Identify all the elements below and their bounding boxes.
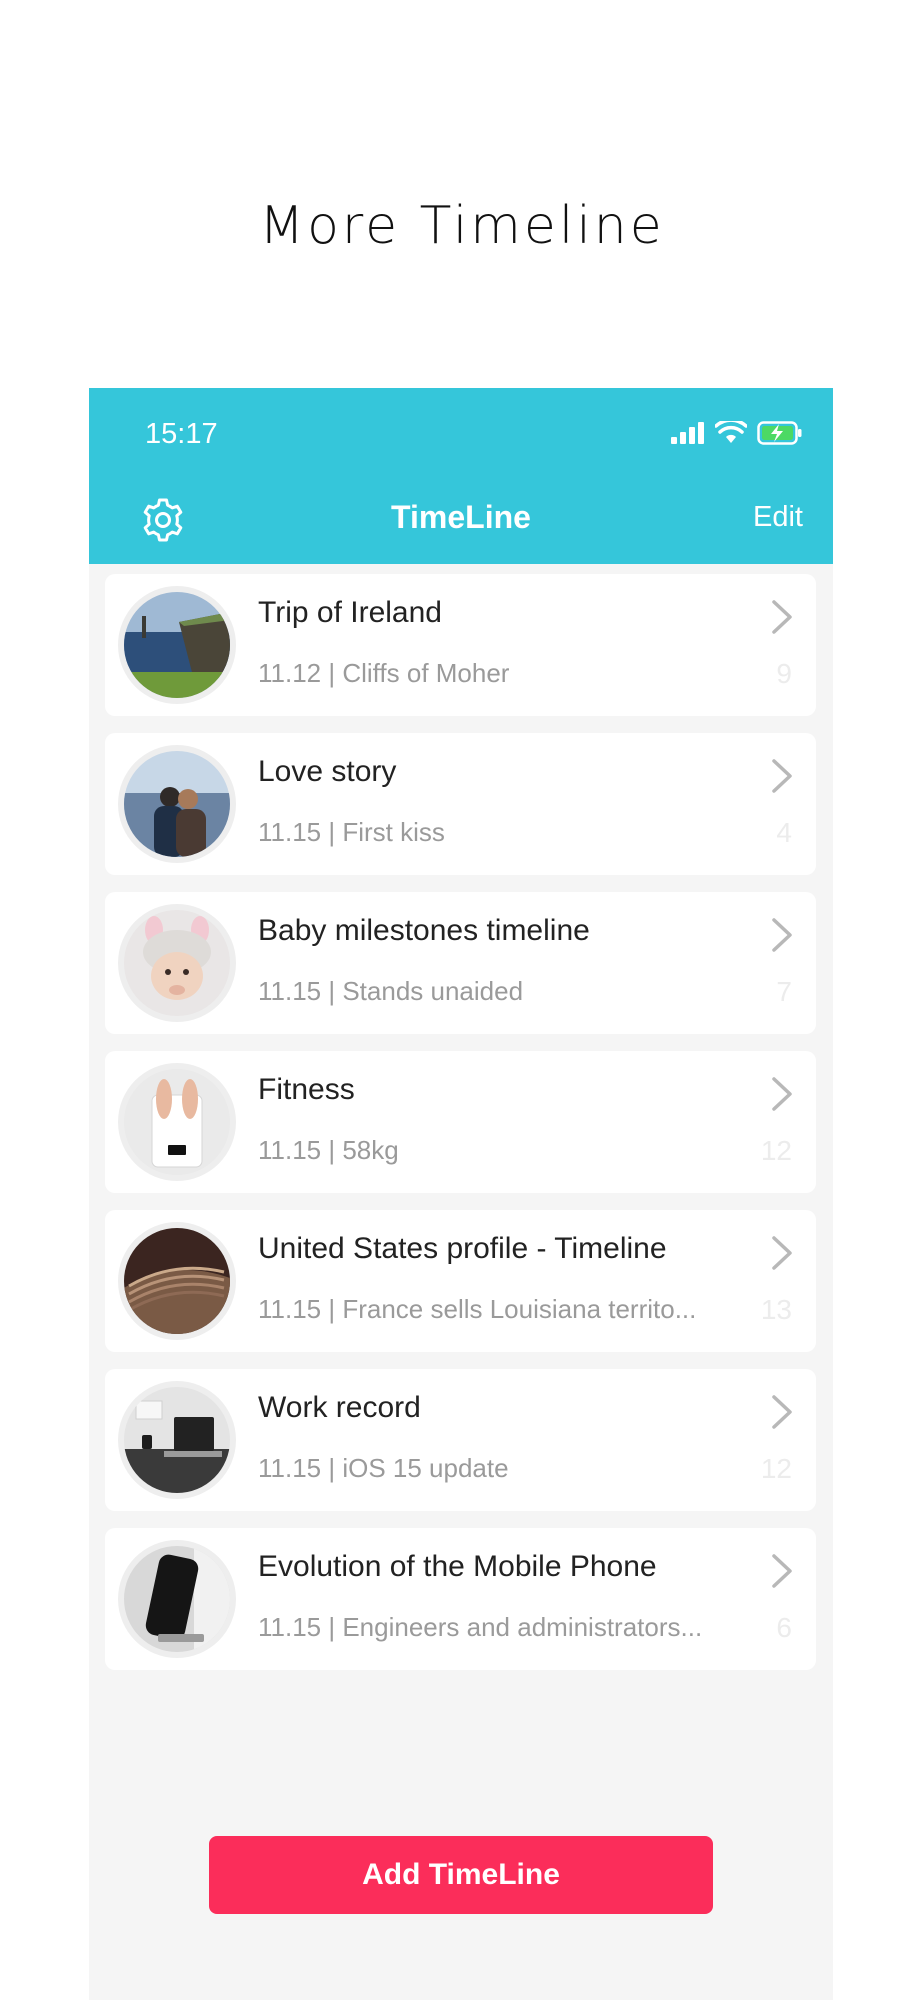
timeline-count: 4 [776,817,792,848]
avatar-ring [118,904,236,1022]
avatar-ring [118,1222,236,1340]
couple-thumbnail [124,751,230,857]
phone-screen: 15:17 TimeLine Edit Trip of Ireland 11.1… [89,388,833,2000]
avatar-ring [118,1063,236,1181]
timeline-count: 9 [776,658,792,689]
chevron-right-icon [772,600,792,634]
avatar [124,592,230,698]
avatar-ring [118,745,236,863]
timeline-count: 7 [776,976,792,1007]
timeline-row[interactable]: Baby milestones timeline 11.15 | Stands … [105,892,816,1034]
avatar [124,910,230,1016]
avatar [124,751,230,857]
avatar [124,1546,230,1652]
chevron-right-icon [772,759,792,793]
wifi-icon [715,421,747,443]
timeline-subtitle: 11.15 | 58kg [258,1135,399,1165]
add-timeline-button[interactable]: Add TimeLine [209,1836,713,1914]
nav-title: TimeLine [391,499,531,535]
timeline-subtitle: 11.12 | Cliffs of Moher [258,658,510,688]
edit-button[interactable]: Edit [753,501,803,534]
timeline-title: Trip of Ireland [258,596,442,629]
cliffs-thumbnail [124,592,230,698]
timeline-subtitle: 11.15 | Stands unaided [258,976,524,1006]
timeline-row[interactable]: Evolution of the Mobile Phone 11.15 | En… [105,1528,816,1670]
status-icons [671,421,803,445]
page-headline: More Timeline [259,196,665,256]
timeline-title: Baby milestones timeline [258,914,590,947]
chevron-right-icon [772,1236,792,1270]
timeline-row[interactable]: Trip of Ireland 11.12 | Cliffs of Moher … [105,574,816,716]
baby-thumbnail [124,910,230,1016]
chevron-right-icon [772,1554,792,1588]
timeline-row[interactable]: Love story 11.15 | First kiss 4 [105,733,816,875]
timeline-title: Love story [258,755,397,788]
avatar [124,1387,230,1493]
battery-charging-icon [757,421,802,445]
timeline-title: Fitness [258,1073,355,1106]
avatar [124,1069,230,1175]
scale-thumbnail [124,1069,230,1175]
timeline-subtitle: 11.15 | iOS 15 update [258,1453,509,1483]
laptop-desk-thumbnail [124,1387,230,1493]
timeline-subtitle: 11.15 | First kiss [258,817,445,847]
timeline-count: 6 [776,1612,792,1643]
avatar-ring [118,1381,236,1499]
timeline-count: 12 [760,1135,792,1166]
avatar-ring [118,1540,236,1658]
avatar [124,1228,230,1334]
timeline-title: Evolution of the Mobile Phone [258,1550,657,1583]
timeline-row[interactable]: Work record 11.15 | iOS 15 update 12 [105,1369,816,1511]
avatar-ring [118,586,236,704]
phone-thumbnail [124,1546,230,1652]
status-time: 15:17 [145,418,218,450]
signal-icon [671,422,704,444]
app-header: 15:17 TimeLine Edit [89,388,833,564]
timeline-count: 12 [760,1453,792,1484]
timeline-row[interactable]: Fitness 11.15 | 58kg 12 [105,1051,816,1193]
book-thumbnail [124,1228,230,1334]
timeline-title: Work record [258,1391,421,1424]
timeline-count: 13 [760,1294,792,1325]
chevron-right-icon [772,918,792,952]
chevron-right-icon [772,1395,792,1429]
timeline-row[interactable]: United States profile - Timeline 11.15 |… [105,1210,816,1352]
timeline-subtitle: 11.15 | Engineers and administrators... [258,1612,703,1642]
chevron-right-icon [772,1077,792,1111]
timeline-subtitle: 11.15 | France sells Louisiana territo..… [258,1294,697,1324]
timeline-title: United States profile - Timeline [258,1232,667,1265]
